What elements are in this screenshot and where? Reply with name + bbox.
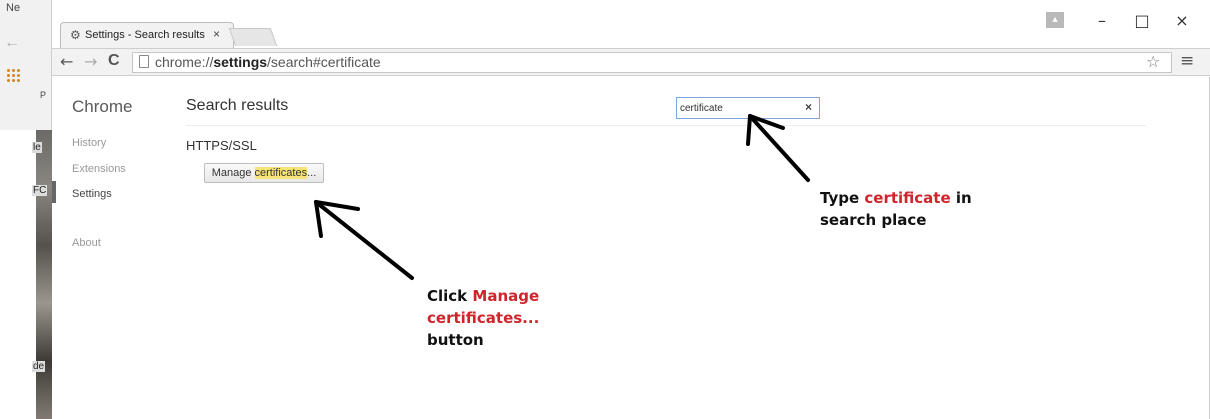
desktop-background: Ne ← P le FC de (0, 0, 52, 419)
address-bar[interactable]: chrome://settings/search#certificate (132, 52, 1172, 73)
bookmark-star-icon[interactable]: ☆ (1146, 52, 1160, 71)
sidebar-item-about[interactable]: About (72, 237, 101, 249)
sidebar-item-extensions[interactable]: Extensions (72, 163, 126, 175)
tab-settings-search[interactable]: ⚙ Settings - Search results × (60, 22, 234, 48)
search-input[interactable] (680, 99, 800, 117)
sidebar-title: Chrome (72, 97, 133, 116)
manage-certificates-button[interactable]: Manage certificates... (204, 163, 324, 183)
background-text-fragment: FC (32, 185, 48, 196)
reload-icon[interactable]: C (108, 52, 120, 70)
background-bookmark-fragment: P (40, 90, 47, 100)
minimize-button[interactable]: – (1082, 11, 1122, 30)
title-bar: ⚙ Settings - Search results × ▴ – □ × (52, 0, 1210, 48)
page-title: Search results (186, 97, 289, 114)
maximize-button[interactable]: □ (1122, 11, 1162, 30)
sidebar-item-history[interactable]: History (72, 137, 106, 149)
user-profile-icon[interactable]: ▴ (1046, 12, 1064, 28)
sidebar-item-settings[interactable]: Settings (72, 188, 112, 200)
background-back-arrow-icon: ← (4, 34, 20, 51)
background-window-title: Ne (6, 2, 21, 14)
browser-toolbar: ← → C chrome://settings/search#certifica… (52, 48, 1210, 76)
page-icon (139, 55, 149, 68)
click-instruction-annotation: Click Manage certificates... button (427, 287, 540, 349)
search-instruction-annotation: Type certificate in search place (820, 189, 972, 229)
desktop-wallpaper (36, 130, 52, 419)
back-arrow-icon[interactable]: ← (60, 52, 73, 71)
sidebar-active-marker (52, 181, 56, 203)
browser-window: ⚙ Settings - Search results × ▴ – □ × ← … (52, 0, 1210, 419)
chrome-menu-icon[interactable]: ≡ (1180, 51, 1194, 71)
gear-icon: ⚙ (70, 28, 81, 42)
apps-grid-icon (6, 68, 20, 82)
section-title-https-ssl: HTTPS/SSL (186, 138, 257, 153)
tab-title: Settings - Search results (85, 29, 205, 41)
window-controls: ▴ – □ × (1046, 6, 1202, 34)
close-window-button[interactable]: × (1162, 11, 1202, 30)
title-divider (186, 125, 1146, 126)
desktop-wallpaper-left (0, 130, 36, 419)
tab-close-icon[interactable]: × (213, 27, 220, 41)
settings-search-box: × (676, 97, 820, 119)
clear-search-icon[interactable]: × (805, 100, 812, 114)
search-highlight: certificates (254, 167, 308, 179)
background-text-fragment: de (32, 361, 46, 372)
background-text-fragment: le (32, 142, 42, 153)
url-text: chrome://settings/search#certificate (155, 54, 381, 70)
background-window: Ne ← P (0, 0, 52, 130)
forward-arrow-icon[interactable]: → (84, 52, 97, 71)
settings-page: Chrome History Extensions Settings About… (52, 77, 1210, 419)
new-tab-button[interactable] (228, 28, 278, 46)
